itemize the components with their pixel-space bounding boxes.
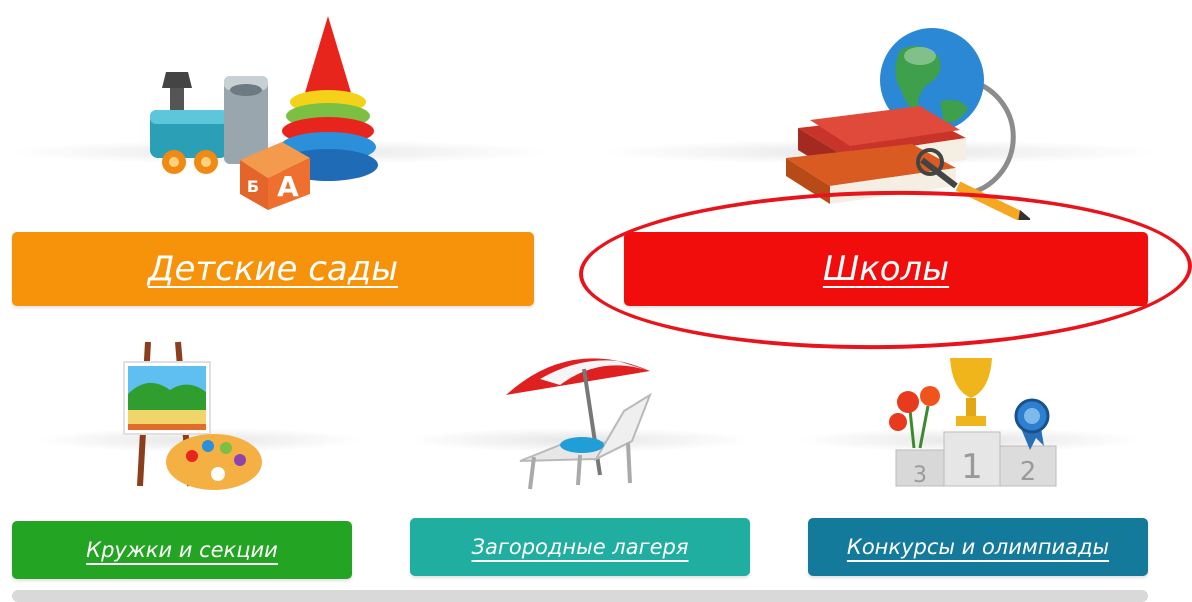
clubs-label: Кружки и секции: [86, 538, 278, 562]
books-globe-icon: [786, 28, 1030, 220]
highlight-ellipse: [577, 186, 1192, 354]
podium-number: 2: [1020, 457, 1037, 487]
podium-number: 1: [961, 447, 983, 487]
toys-icon: А Б: [150, 16, 378, 210]
clubs-button[interactable]: Кружки и секции: [12, 521, 352, 579]
easel-palette-icon: [123, 341, 262, 490]
block-letter-b: Б: [247, 177, 259, 196]
podium-trophy-icon: 3 1 2: [889, 358, 1057, 488]
camps-button[interactable]: Загородные лагеря: [410, 518, 750, 576]
bottom-strip: [12, 590, 1148, 602]
kindergartens-button[interactable]: Детские сады: [12, 232, 534, 306]
kindergartens-label: Детские сады: [147, 249, 399, 289]
beach-lounger-icon: [506, 358, 653, 490]
contests-button[interactable]: Конкурсы и олимпиады: [808, 518, 1148, 576]
contests-label: Конкурсы и олимпиады: [846, 535, 1110, 559]
block-letter-a: А: [277, 170, 299, 203]
podium-number: 3: [913, 463, 927, 488]
camps-label: Загородные лагеря: [471, 535, 689, 559]
